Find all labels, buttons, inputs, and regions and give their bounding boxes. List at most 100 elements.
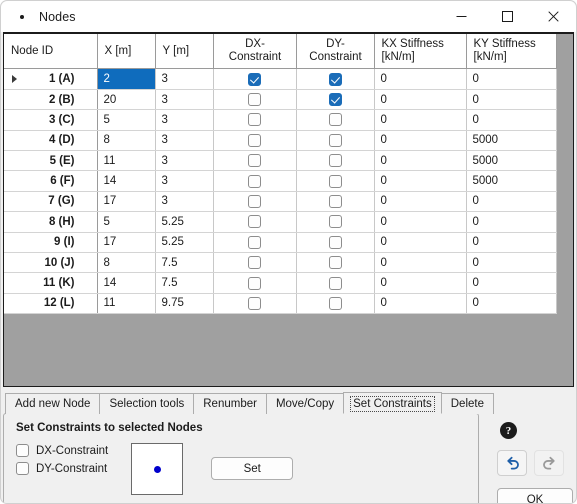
table-row[interactable]: 2 (B) 20 3 0 0: [4, 89, 557, 111]
cell-kx-stiffness[interactable]: 0: [374, 211, 467, 233]
table-row[interactable]: 4 (D) 8 3 0 5000: [4, 130, 557, 152]
cell-ky-stiffness[interactable]: 0: [466, 211, 557, 233]
cell-kx-stiffness[interactable]: 0: [374, 68, 467, 90]
cell-ky-stiffness[interactable]: 0: [466, 293, 557, 315]
dx-constraint-checkbox[interactable]: [248, 133, 261, 147]
cell-dy-constraint[interactable]: [296, 170, 375, 192]
cell-dx-constraint[interactable]: [213, 191, 297, 213]
cell-dx-constraint[interactable]: [213, 232, 297, 253]
cell-dx-constraint[interactable]: [213, 170, 297, 192]
cell-ky-stiffness[interactable]: 0: [466, 272, 557, 294]
cell-ky-stiffness[interactable]: 0: [466, 232, 557, 253]
cell-ky-stiffness[interactable]: 0: [466, 89, 557, 111]
dy-constraint-checkbox[interactable]: [328, 154, 342, 168]
cell-x[interactable]: 8: [97, 130, 156, 152]
help-button[interactable]: ?: [497, 419, 520, 442]
set-button[interactable]: Set: [211, 457, 294, 480]
cell-dy-constraint[interactable]: [296, 130, 375, 152]
dx-constraint-checkbox[interactable]: [248, 93, 261, 107]
cell-x[interactable]: 14: [97, 272, 156, 294]
cell-node-id[interactable]: 6 (F): [4, 170, 98, 192]
cell-y[interactable]: 9.75: [155, 293, 214, 315]
tab-move-copy[interactable]: Move/Copy: [265, 393, 345, 414]
dy-constraint-checkbox[interactable]: [328, 113, 342, 127]
cell-node-id[interactable]: 3 (C): [4, 109, 98, 131]
cell-node-id[interactable]: 5 (E): [4, 150, 98, 172]
table-row[interactable]: 11 (K) 14 7.5 0 0: [4, 272, 557, 294]
cell-y[interactable]: 3: [155, 170, 214, 192]
panel-checkbox-dy[interactable]: DY-Constraint: [16, 462, 108, 475]
cell-dx-constraint[interactable]: [213, 130, 297, 152]
cell-ky-stiffness[interactable]: 0: [466, 109, 557, 131]
column-header-node_id[interactable]: Node ID: [4, 34, 98, 70]
column-header-kx[interactable]: KX Stiffness [kN/m]: [374, 34, 467, 70]
table-row[interactable]: 9 (I) 17 5.25 0 0: [4, 232, 557, 253]
cell-ky-stiffness[interactable]: 5000: [466, 170, 557, 192]
dx-constraint-checkbox[interactable]: [248, 235, 261, 249]
cell-node-id[interactable]: 10 (J): [4, 252, 98, 274]
dy-constraint-checkbox[interactable]: [328, 93, 342, 107]
cell-kx-stiffness[interactable]: 0: [374, 109, 467, 131]
dx-constraint-checkbox[interactable]: [248, 154, 261, 168]
cell-y[interactable]: 3: [155, 109, 214, 131]
dx-constraint-checkbox[interactable]: [248, 113, 261, 127]
cell-dy-constraint[interactable]: [296, 150, 375, 172]
table-row[interactable]: 7 (G) 17 3 0 0: [4, 191, 557, 213]
dx-constraint-checkbox[interactable]: [248, 215, 261, 229]
dx-constraint-checkbox[interactable]: [248, 174, 261, 188]
cell-kx-stiffness[interactable]: 0: [374, 130, 467, 152]
close-icon[interactable]: [530, 1, 576, 32]
cell-node-id[interactable]: 12 (L): [4, 293, 98, 315]
cell-x[interactable]: 14: [97, 170, 156, 192]
dy-constraint-checkbox[interactable]: [328, 235, 342, 249]
cell-dx-constraint[interactable]: [213, 150, 297, 172]
cell-dx-constraint[interactable]: [213, 109, 297, 131]
cell-node-id[interactable]: 11 (K): [4, 272, 98, 294]
dx-constraint-checkbox[interactable]: [248, 276, 261, 290]
cell-node-id[interactable]: 8 (H): [4, 211, 98, 233]
cell-x[interactable]: 5: [97, 109, 156, 131]
cell-dx-constraint[interactable]: [213, 272, 297, 294]
cell-ky-stiffness[interactable]: 5000: [466, 150, 557, 172]
cell-ky-stiffness[interactable]: 5000: [466, 130, 557, 152]
panel-checkbox-dx[interactable]: DX-Constraint: [16, 444, 108, 457]
cell-node-id[interactable]: 2 (B): [4, 89, 98, 111]
maximize-icon[interactable]: [484, 1, 530, 32]
dy-constraint-checkbox[interactable]: [328, 174, 342, 188]
cell-ky-stiffness[interactable]: 0: [466, 68, 557, 90]
table-row[interactable]: 12 (L) 11 9.75 0 0: [4, 293, 557, 315]
cell-dy-constraint[interactable]: [296, 252, 375, 274]
cell-y[interactable]: 5.25: [155, 232, 214, 253]
dy-constraint-checkbox[interactable]: [328, 276, 342, 290]
cell-node-id[interactable]: 9 (I): [4, 232, 98, 253]
cell-dy-constraint[interactable]: [296, 232, 375, 253]
cell-kx-stiffness[interactable]: 0: [374, 89, 467, 111]
dx-constraint-checkbox[interactable]: [248, 194, 261, 208]
dx-constraint-checkbox[interactable]: [248, 256, 261, 270]
resize-grip[interactable]: [561, 499, 571, 503]
undo-button[interactable]: [497, 450, 527, 476]
cell-node-id[interactable]: 4 (D): [4, 130, 98, 152]
dy-constraint-checkbox[interactable]: [328, 133, 342, 147]
cell-kx-stiffness[interactable]: 0: [374, 170, 467, 192]
cell-x[interactable]: 5: [97, 211, 156, 233]
cell-dy-constraint[interactable]: [296, 89, 375, 111]
cell-y[interactable]: 3: [155, 89, 214, 111]
redo-button[interactable]: [534, 450, 564, 476]
table-row[interactable]: 3 (C) 5 3 0 0: [4, 109, 557, 131]
cell-node-id[interactable]: 7 (G): [4, 191, 98, 213]
cell-kx-stiffness[interactable]: 0: [374, 252, 467, 274]
cell-dy-constraint[interactable]: [296, 191, 375, 213]
tab-delete[interactable]: Delete: [440, 393, 494, 414]
table-row[interactable]: 1 (A) 2 3 0 0: [4, 68, 557, 90]
cell-x[interactable]: 2: [97, 68, 156, 90]
cell-dy-constraint[interactable]: [296, 68, 375, 90]
table-row[interactable]: 6 (F) 14 3 0 5000: [4, 170, 557, 192]
table-row[interactable]: 10 (J) 8 7.5 0 0: [4, 252, 557, 274]
dy-constraint-checkbox[interactable]: [328, 72, 342, 86]
dy-constraint-checkbox[interactable]: [328, 194, 342, 208]
cell-y[interactable]: 7.5: [155, 252, 214, 274]
cell-kx-stiffness[interactable]: 0: [374, 272, 467, 294]
cell-x[interactable]: 17: [97, 191, 156, 213]
table-row[interactable]: 5 (E) 11 3 0 5000: [4, 150, 557, 172]
